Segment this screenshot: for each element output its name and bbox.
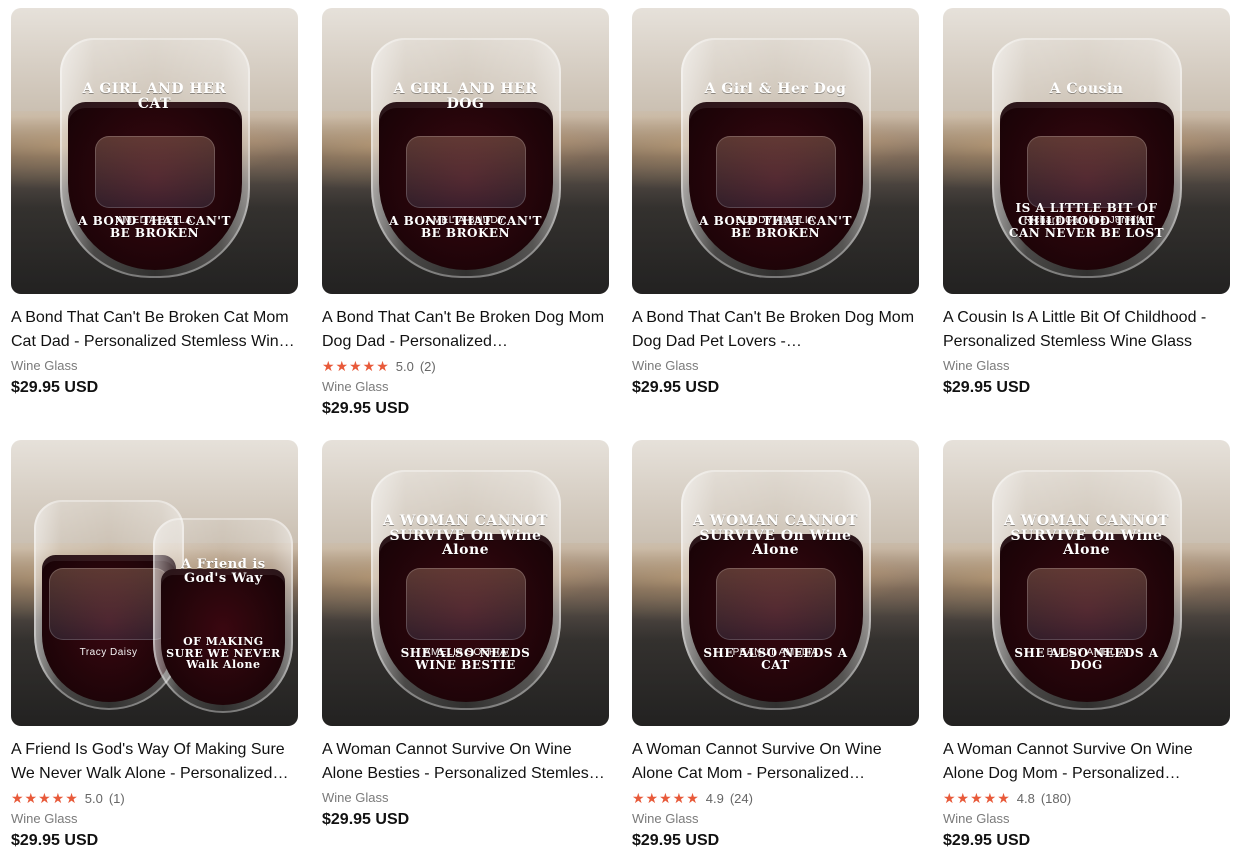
product-rating: ★★★★★ 4.9 (24)	[632, 790, 919, 807]
product-card[interactable]: A Girl & Her Dog BUDDY AMELIA A BOND THA…	[632, 8, 919, 397]
product-card[interactable]: A WOMAN CANNOT SURVIVE On Wine Alone PEA…	[632, 440, 919, 850]
glass-artwork	[48, 568, 169, 640]
product-image[interactable]: A Cousin Richard Caroline Jennifer IS A …	[943, 8, 1230, 294]
product-price: $29.95 USD	[943, 379, 1031, 396]
rating-value: 5.0	[395, 359, 414, 374]
glass-top-text: A WOMAN CANNOT SURVIVE On Wine Alone	[1004, 513, 1169, 559]
product-price: $29.95 USD	[11, 379, 99, 396]
glass-artwork	[715, 568, 836, 640]
product-title[interactable]: A Bond That Can't Be Broken Dog Mom Dog …	[632, 306, 919, 354]
product-card[interactable]: A WOMAN CANNOT SURVIVE On Wine Alone BUD…	[943, 440, 1230, 850]
rating-count: (180)	[1040, 791, 1072, 806]
glass-bottom-text: IS A LITTLE BIT OF CHILDHOOD THAT CAN NE…	[1008, 201, 1165, 241]
glass-bottom-text: A BOND THAT CAN'T BE BROKEN	[389, 213, 542, 241]
rating-value: 4.9	[705, 791, 724, 806]
wine-glass-illustration: A Girl & Her Dog BUDDY AMELIA A BOND THA…	[680, 38, 871, 278]
product-price: $29.95 USD	[322, 811, 410, 828]
product-price: $29.95 USD	[943, 832, 1031, 849]
product-card[interactable]: A GIRL AND HER CAT AMELIA BELLA A BOND T…	[11, 8, 298, 397]
glass-bottom-text: OF MAKING SURE WE NEVER Walk Alone	[166, 635, 281, 672]
product-title[interactable]: A Woman Cannot Survive On Wine Alone Cat…	[632, 738, 919, 786]
rating-count: (1)	[108, 791, 125, 806]
glass-artwork	[1026, 136, 1147, 208]
rating-stars-icon: ★★★★★	[322, 358, 390, 374]
product-price: $29.95 USD	[11, 832, 99, 849]
product-type: Wine Glass	[11, 358, 78, 373]
product-title[interactable]: A Woman Cannot Survive On Wine Alone Bes…	[322, 738, 609, 786]
product-rating: ★★★★★ 5.0 (2)	[322, 358, 609, 375]
wine-glass-illustration: A Cousin Richard Caroline Jennifer IS A …	[991, 38, 1182, 278]
wine-glass-illustration: A WOMAN CANNOT SURVIVE On Wine Alone PEA…	[680, 470, 871, 710]
product-type: Wine Glass	[322, 790, 389, 805]
rating-value: 5.0	[84, 791, 103, 806]
glass-top-text: A Friend is God's Way	[181, 557, 266, 586]
wine-glass-illustration: A WOMAN CANNOT SURVIVE On Wine Alone BUD…	[991, 470, 1182, 710]
product-image[interactable]: A WOMAN CANNOT SURVIVE On Wine Alone AME…	[322, 440, 609, 726]
product-rating: ★★★★★ 5.0 (1)	[11, 790, 298, 807]
product-type: Wine Glass	[322, 379, 389, 394]
glass-top-text: A WOMAN CANNOT SURVIVE On Wine Alone	[693, 513, 858, 559]
product-image[interactable]: A GIRL AND HER DOG AMELIA BUDDY A BOND T…	[322, 8, 609, 294]
glass-top-text: A GIRL AND HER DOG	[393, 81, 538, 112]
wine-glass-illustration: A GIRL AND HER DOG AMELIA BUDDY A BOND T…	[370, 38, 561, 278]
product-type: Wine Glass	[632, 811, 699, 826]
product-type: Wine Glass	[632, 358, 699, 373]
product-title[interactable]: A Bond That Can't Be Broken Cat Mom Cat …	[11, 306, 298, 354]
glass-artwork	[715, 136, 836, 208]
glass-artwork	[1026, 568, 1147, 640]
wine-glass-illustration: A Friend is God's Way OF MAKING SURE WE …	[153, 518, 294, 713]
product-title[interactable]: A Cousin Is A Little Bit Of Childhood - …	[943, 306, 1230, 354]
glass-top-text: A GIRL AND HER CAT	[82, 81, 227, 112]
product-price: $29.95 USD	[632, 379, 720, 396]
product-image[interactable]: A WOMAN CANNOT SURVIVE On Wine Alone BUD…	[943, 440, 1230, 726]
rating-stars-icon: ★★★★★	[632, 790, 700, 806]
product-price: $29.95 USD	[632, 832, 720, 849]
product-rating: ★★★★★ 4.8 (180)	[943, 790, 1230, 807]
product-image[interactable]: A GIRL AND HER CAT AMELIA BELLA A BOND T…	[11, 8, 298, 294]
glass-top-text: A Cousin	[1049, 81, 1124, 97]
product-grid: A GIRL AND HER CAT AMELIA BELLA A BOND T…	[0, 0, 1234, 861]
glass-bottom-text: SHE ALSO NEEDS A CAT	[703, 645, 848, 673]
glass-artwork	[405, 568, 526, 640]
product-image[interactable]: A WOMAN CANNOT SURVIVE On Wine Alone PEA…	[632, 440, 919, 726]
wine-glass-illustration: A WOMAN CANNOT SURVIVE On Wine Alone AME…	[370, 470, 561, 710]
glass-bottom-text: SHE ALSO NEEDS A DOG	[1014, 645, 1159, 673]
glass-bottom-text: SHE ALSO NEEDS WINE BESTIE	[400, 645, 531, 673]
rating-value: 4.8	[1016, 791, 1035, 806]
glass-artwork	[94, 136, 215, 208]
rating-stars-icon: ★★★★★	[11, 790, 79, 806]
rating-count: (2)	[419, 359, 436, 374]
glass-bottom-text: A BOND THAT CAN'T BE BROKEN	[699, 213, 852, 241]
product-card[interactable]: A WOMAN CANNOT SURVIVE On Wine Alone AME…	[322, 440, 609, 829]
glass-top-text: A WOMAN CANNOT SURVIVE On Wine Alone	[383, 513, 548, 559]
product-card[interactable]: Tracy Daisy A Friend is God's Way OF MAK…	[11, 440, 298, 850]
product-type: Wine Glass	[943, 358, 1010, 373]
product-type: Wine Glass	[943, 811, 1010, 826]
glass-top-text: A Girl & Her Dog	[704, 81, 847, 97]
product-price: $29.95 USD	[322, 400, 410, 417]
rating-stars-icon: ★★★★★	[943, 790, 1011, 806]
product-card[interactable]: A GIRL AND HER DOG AMELIA BUDDY A BOND T…	[322, 8, 609, 418]
glass-artwork	[405, 136, 526, 208]
product-title[interactable]: A Friend Is God's Way Of Making Sure We …	[11, 738, 298, 786]
rating-count: (24)	[729, 791, 753, 806]
product-type: Wine Glass	[11, 811, 78, 826]
glass-bottom-text: A BOND THAT CAN'T BE BROKEN	[78, 213, 231, 241]
product-image[interactable]: Tracy Daisy A Friend is God's Way OF MAK…	[11, 440, 298, 726]
product-card[interactable]: A Cousin Richard Caroline Jennifer IS A …	[943, 8, 1230, 397]
wine-glass-illustration: A GIRL AND HER CAT AMELIA BELLA A BOND T…	[59, 38, 250, 278]
product-image[interactable]: A Girl & Her Dog BUDDY AMELIA A BOND THA…	[632, 8, 919, 294]
product-title[interactable]: A Bond That Can't Be Broken Dog Mom Dog …	[322, 306, 609, 354]
product-title[interactable]: A Woman Cannot Survive On Wine Alone Dog…	[943, 738, 1230, 786]
